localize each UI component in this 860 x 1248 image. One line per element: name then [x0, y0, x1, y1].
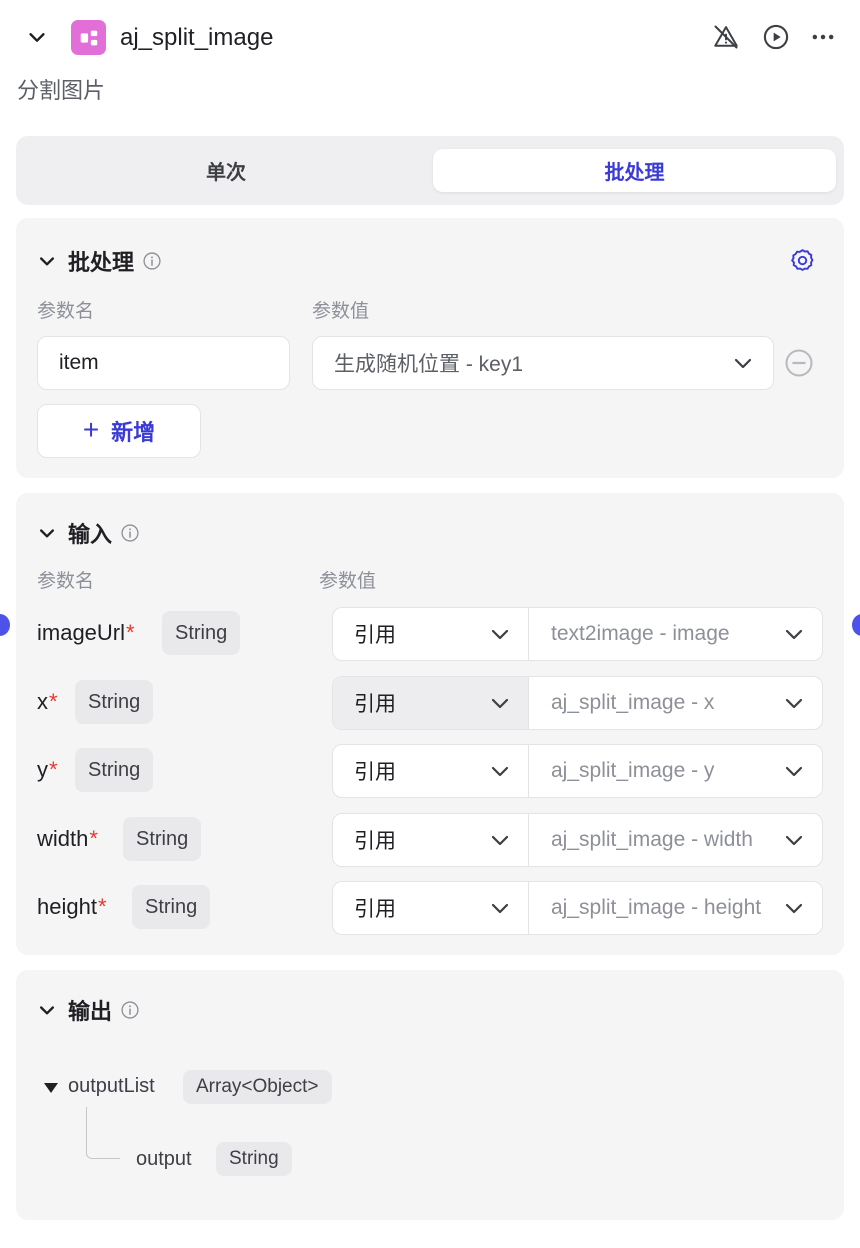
- batch-item-value-select[interactable]: 生成随机位置 - key1: [312, 336, 774, 390]
- param-name: imageUrl *: [37, 620, 135, 645]
- input-row-height: height * String 引用 aj_split_image - heigh…: [16, 881, 844, 935]
- chevron-down-icon: [488, 622, 512, 652]
- batch-section-title: 批处理: [68, 250, 135, 275]
- info-icon[interactable]: [120, 1000, 140, 1020]
- batch-item-value-text: 生成随机位置 - key1: [334, 353, 524, 376]
- input-row-y: y * String 引用 aj_split_image - y: [16, 744, 844, 798]
- input-col-value-label: 参数值: [319, 571, 377, 592]
- ref-group: 引用 aj_split_image - width: [332, 813, 823, 867]
- batch-col-name-label: 参数名: [37, 301, 95, 322]
- input-section: 输入 参数名 参数值 imageUrl * String 引用 text2imag…: [16, 493, 844, 955]
- info-icon[interactable]: [142, 251, 162, 271]
- input-col-name-label: 参数名: [37, 571, 95, 592]
- output-section-title: 输出: [68, 999, 113, 1024]
- output-collapse-chevron-icon[interactable]: [34, 997, 60, 1023]
- run-play-icon[interactable]: [759, 20, 793, 54]
- ref-value-select[interactable]: aj_split_image - width: [530, 814, 822, 866]
- mode-toggle: 单次 批处理: [16, 136, 844, 205]
- remove-circle-icon[interactable]: [783, 347, 815, 379]
- chevron-down-icon: [782, 759, 806, 789]
- param-name: x *: [37, 689, 58, 714]
- output-section: 输出 outputList Array<Object> output Strin…: [16, 970, 844, 1220]
- plus-icon: +: [82, 413, 100, 445]
- batch-collapse-chevron-icon[interactable]: [34, 248, 60, 274]
- type-tag: String: [162, 611, 241, 655]
- ref-type-select[interactable]: 引用: [333, 608, 529, 660]
- tab-single[interactable]: 单次: [24, 149, 428, 192]
- input-row-imageurl: imageUrl * String 引用 text2image - image: [16, 607, 844, 661]
- ref-group: 引用 aj_split_image - y: [332, 744, 823, 798]
- batch-col-value-label: 参数值: [312, 301, 370, 322]
- output-connection-handle[interactable]: [852, 614, 860, 636]
- tree-connector-line: [86, 1107, 120, 1159]
- ref-group: 引用 aj_split_image - height: [332, 881, 823, 935]
- chevron-down-icon: [782, 622, 806, 652]
- type-tag: String: [75, 748, 154, 792]
- ref-value-select[interactable]: aj_split_image - height: [530, 882, 822, 934]
- chevron-down-icon: [488, 896, 512, 926]
- ref-group: 引用 text2image - image: [332, 607, 823, 661]
- output-child-name: output: [136, 1148, 192, 1170]
- type-tag: String: [132, 885, 211, 929]
- type-tag: String: [75, 680, 154, 724]
- node-type-icon: [71, 20, 106, 55]
- tree-caret-down-icon[interactable]: [42, 1081, 60, 1095]
- output-root-type-tag: Array<Object>: [183, 1070, 332, 1104]
- chevron-down-icon: [488, 828, 512, 858]
- ref-value-select[interactable]: text2image - image: [530, 608, 822, 660]
- param-name: height *: [37, 894, 107, 919]
- ref-type-select[interactable]: 引用: [333, 745, 529, 797]
- batch-settings-gear-icon[interactable]: [787, 245, 817, 275]
- chevron-down-icon: [782, 828, 806, 858]
- batch-item-name-input[interactable]: item: [37, 336, 290, 390]
- more-options-icon[interactable]: [806, 20, 840, 54]
- ref-value-select[interactable]: aj_split_image - x: [530, 677, 822, 729]
- ref-type-select[interactable]: 引用: [333, 882, 529, 934]
- input-connection-handle[interactable]: [0, 614, 10, 636]
- add-button-label: 新增: [111, 420, 156, 445]
- add-batch-item-button[interactable]: + 新增: [37, 404, 201, 458]
- output-child-type-tag: String: [216, 1142, 292, 1176]
- batch-section-header: 批处理: [34, 245, 162, 277]
- node-title: aj_split_image: [120, 24, 274, 51]
- node-header: aj_split_image: [0, 0, 860, 76]
- tab-batch[interactable]: 批处理: [433, 149, 836, 192]
- ref-type-select[interactable]: 引用: [333, 677, 529, 729]
- node-description: 分割图片: [17, 78, 106, 103]
- type-tag: String: [123, 817, 202, 861]
- input-section-title: 输入: [68, 522, 113, 547]
- collapse-chevron-icon[interactable]: [22, 22, 52, 52]
- ref-type-select[interactable]: 引用: [333, 814, 529, 866]
- chevron-down-icon: [488, 759, 512, 789]
- chevron-down-icon: [782, 896, 806, 926]
- chevron-down-icon: [731, 351, 755, 381]
- ref-value-select[interactable]: aj_split_image - y: [530, 745, 822, 797]
- output-section-header: 输出: [34, 994, 140, 1026]
- input-section-header: 输入: [34, 517, 140, 549]
- chevron-down-icon: [488, 691, 512, 721]
- input-collapse-chevron-icon[interactable]: [34, 520, 60, 546]
- ref-group: 引用 aj_split_image - x: [332, 676, 823, 730]
- input-row-x: x * String 引用 aj_split_image - x: [16, 676, 844, 730]
- batch-section: 批处理 参数名 参数值 item 生成随机位置 - key1 + 新增: [16, 218, 844, 478]
- warning-off-icon[interactable]: [709, 20, 743, 54]
- input-row-width: width * String 引用 aj_split_image - width: [16, 813, 844, 867]
- info-icon[interactable]: [120, 523, 140, 543]
- param-name: y *: [37, 757, 58, 782]
- output-root-name: outputList: [68, 1075, 155, 1097]
- param-name: width *: [37, 826, 98, 851]
- chevron-down-icon: [782, 691, 806, 721]
